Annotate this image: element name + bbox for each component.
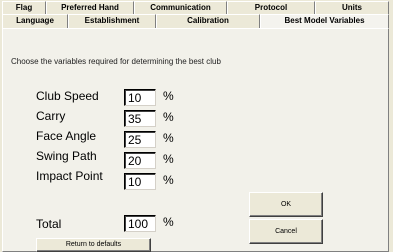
return-to-defaults-button[interactable]: Return to defaults <box>36 238 151 252</box>
face-angle-input[interactable]: 25 <box>124 131 156 148</box>
swing-path-percent: % <box>163 152 174 166</box>
tab-row-back: Flag Preferred Hand Communication Protoc… <box>2 1 389 15</box>
tab-flag[interactable]: Flag <box>2 1 46 14</box>
club-speed-label: Club Speed <box>36 89 99 103</box>
carry-percent: % <box>163 110 174 124</box>
tab-protocol[interactable]: Protocol <box>227 1 315 14</box>
face-angle-label: Face Angle <box>36 129 97 143</box>
carry-label: Carry <box>36 109 66 123</box>
tab-row-front: Language Establishment Calibration Best … <box>2 14 389 28</box>
tab-panel: Choose the variables required for determ… <box>2 28 389 252</box>
swing-path-label: Swing Path <box>36 149 97 163</box>
face-angle-percent: % <box>163 131 174 145</box>
club-speed-percent: % <box>163 89 174 103</box>
tab-units[interactable]: Units <box>315 1 389 14</box>
ok-button[interactable]: OK <box>249 192 323 217</box>
tab-establishment[interactable]: Establishment <box>68 14 156 28</box>
impact-point-input[interactable]: 10 <box>124 173 156 190</box>
tab-best-model-variables[interactable]: Best Model Variables <box>260 14 389 28</box>
swing-path-input[interactable]: 20 <box>124 152 156 169</box>
tab-preferred-hand[interactable]: Preferred Hand <box>46 1 134 14</box>
impact-point-label: Impact Point <box>36 169 103 183</box>
cancel-button[interactable]: Cancel <box>249 219 323 244</box>
impact-point-percent: % <box>163 173 174 187</box>
instruction-text: Choose the variables required for determ… <box>11 57 221 66</box>
tab-language[interactable]: Language <box>2 14 68 28</box>
tab-communication[interactable]: Communication <box>134 1 227 14</box>
total-value: 100 <box>124 215 156 232</box>
club-speed-input[interactable]: 10 <box>124 89 156 106</box>
total-percent: % <box>163 215 174 229</box>
carry-input[interactable]: 35 <box>124 110 156 127</box>
tab-calibration[interactable]: Calibration <box>156 14 260 28</box>
total-label: Total <box>36 217 62 231</box>
